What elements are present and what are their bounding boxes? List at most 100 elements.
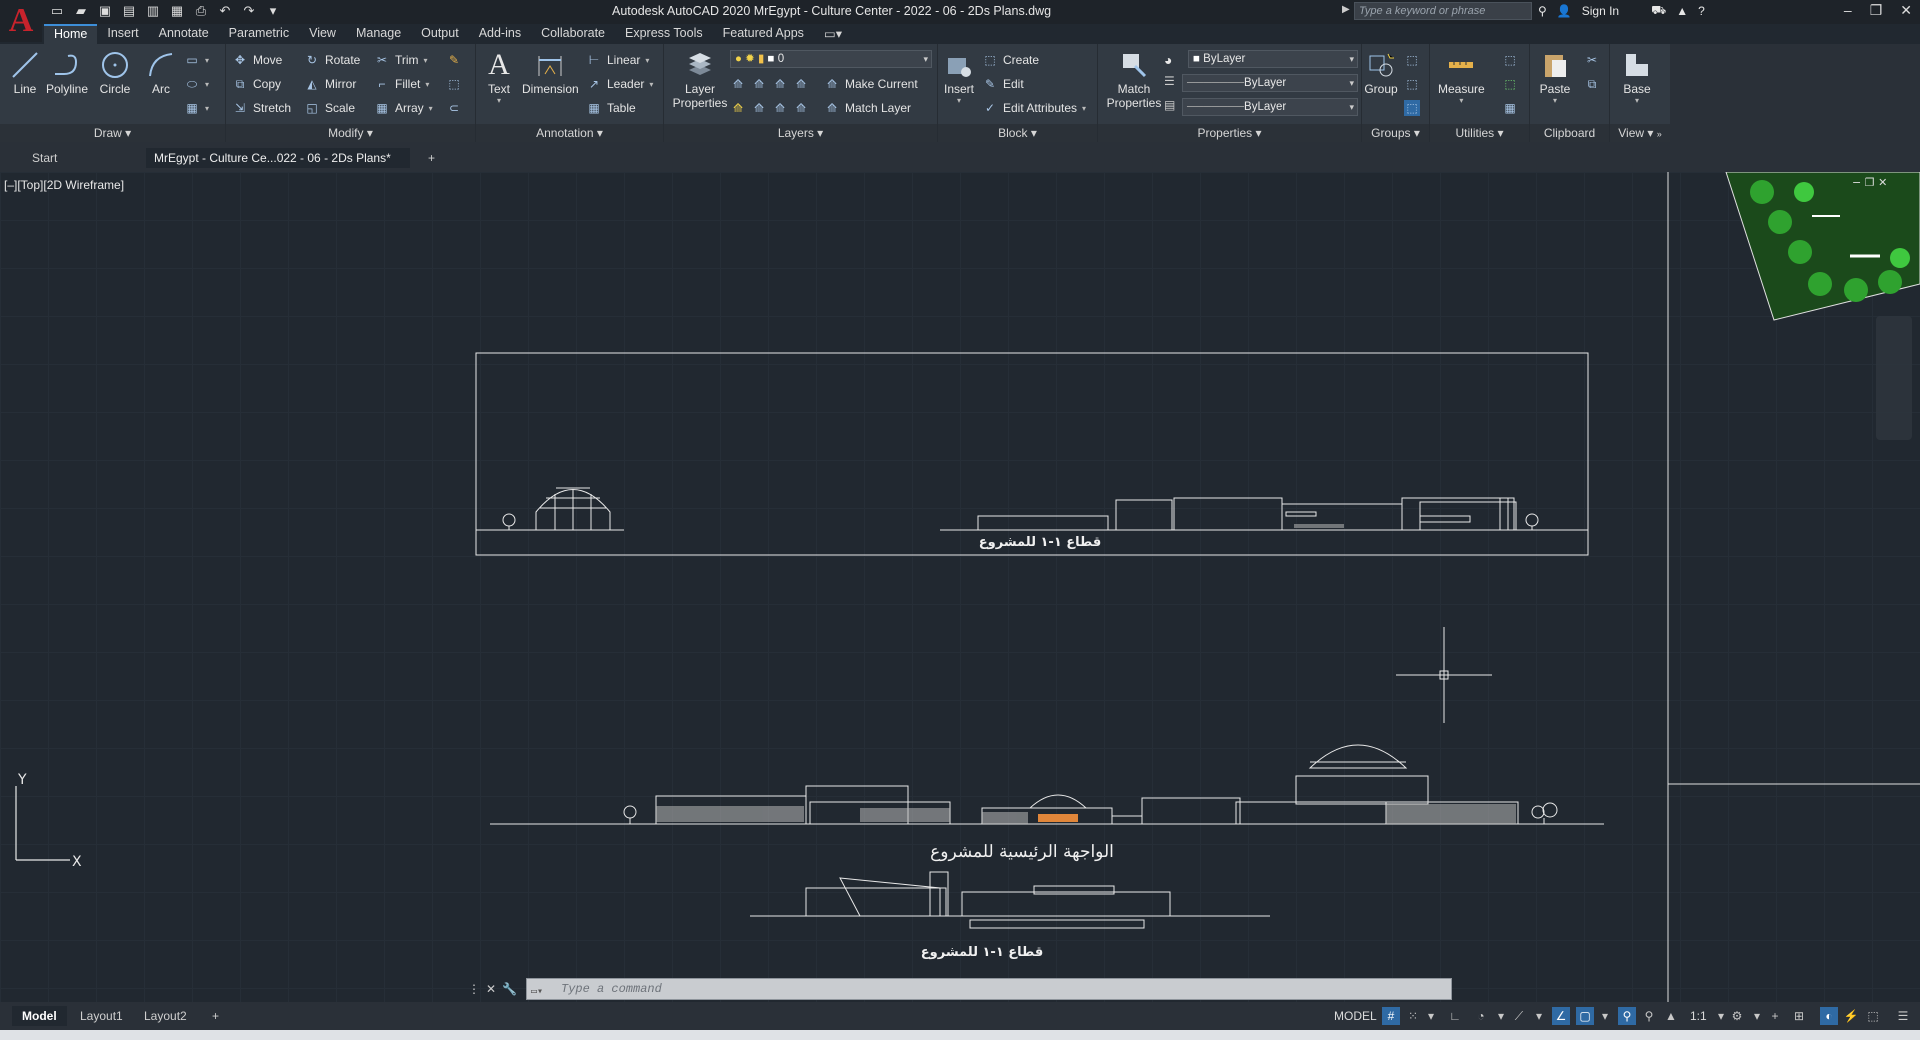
offset-button[interactable]: ⊂ <box>446 98 462 118</box>
grid-icon[interactable]: # <box>1382 1007 1400 1025</box>
ortho-icon[interactable]: ∟ <box>1446 1007 1464 1025</box>
annotation-panel-title[interactable]: Annotation ▾ <box>476 124 663 142</box>
group-button[interactable]: Group <box>1364 48 1398 96</box>
customize-qat-icon[interactable]: ▾ <box>264 2 282 20</box>
stretch-button[interactable]: ⇲ Stretch <box>232 98 291 118</box>
cut-button[interactable]: ✂ <box>1584 50 1600 70</box>
move-button[interactable]: ✥ Move <box>232 50 282 70</box>
boundary-button[interactable]: ▦ ▾ <box>184 98 209 118</box>
measure-button[interactable]: Measure ▾ <box>1438 48 1485 105</box>
calculator-button[interactable]: ▦ <box>1502 98 1518 118</box>
drawing-canvas[interactable]: [–][Top][2D Wireframe] قطاع ١-١ للمشروع … <box>0 172 1920 1002</box>
binoculars-icon[interactable]: ⚲ <box>1538 4 1547 18</box>
redo-icon[interactable]: ↷ <box>240 2 258 20</box>
sign-in-link[interactable]: Sign In <box>1582 4 1619 18</box>
hatch-button[interactable]: ⬭ ▾ <box>184 74 209 94</box>
base-button[interactable]: Base ▾ <box>1620 48 1654 105</box>
polar-icon[interactable]: ◔ <box>1472 1007 1490 1025</box>
close-button[interactable]: ✕ <box>1900 2 1912 19</box>
command-customize-icon[interactable]: 🔧 <box>502 982 517 996</box>
text-button[interactable]: A Text ▾ <box>482 48 516 105</box>
clean-screen-icon[interactable]: ⬚ <box>1864 1007 1882 1025</box>
start-tab[interactable]: Start <box>24 148 65 168</box>
draw-panel-title[interactable]: Draw ▾ <box>0 124 225 142</box>
isodraft-dropdown-icon[interactable]: ▾ <box>1530 1007 1548 1025</box>
lineweight-dropdown[interactable]: ───────ByLayer ▾ <box>1182 74 1358 92</box>
block-panel-title[interactable]: Block ▾ <box>938 124 1097 142</box>
clipboard-panel-title[interactable]: Clipboard <box>1530 124 1609 142</box>
object-snap-icon[interactable]: ▢ <box>1576 1007 1594 1025</box>
layer-properties-button[interactable]: Layer Properties <box>670 48 730 110</box>
tab-collaborate[interactable]: Collaborate <box>531 24 615 44</box>
navigation-bar[interactable] <box>1876 316 1912 440</box>
workspace-gear-icon[interactable]: ⚙ <box>1728 1007 1746 1025</box>
color-dropdown[interactable]: ■ ByLayer ▾ <box>1188 50 1358 68</box>
utilities-panel-title[interactable]: Utilities ▾ <box>1430 124 1529 142</box>
minimize-button[interactable]: – <box>1844 2 1852 19</box>
trim-button[interactable]: ✂ Trim ▾ <box>374 50 428 70</box>
layer-tools-row2[interactable]: ⟰ ⟰ ⟰ ⟰ <box>730 98 809 118</box>
edit-attributes-button[interactable]: ✓ Edit Attributes ▾ <box>982 98 1086 118</box>
quick-select-button[interactable]: ⬚ <box>1502 50 1518 70</box>
copy-button[interactable]: ⧉ Copy <box>232 74 281 94</box>
object-snap-tracking-icon[interactable]: ∠ <box>1552 1007 1570 1025</box>
tab-manage[interactable]: Manage <box>346 24 411 44</box>
properties-panel-title[interactable]: Properties ▾ <box>1098 124 1361 142</box>
annotation-visibility-icon[interactable]: ⚲ <box>1618 1007 1636 1025</box>
view-panel-title[interactable]: View ▾ » <box>1610 124 1670 142</box>
annotation-scale-icon[interactable]: ▲ <box>1662 1007 1680 1025</box>
group-selection-button[interactable]: ⬚ <box>1404 98 1420 118</box>
circle-button[interactable]: Circle <box>98 48 132 96</box>
linear-dimension-button[interactable]: ⊢ Linear ▾ <box>586 50 650 70</box>
command-close-icon[interactable]: ✕ <box>486 982 496 996</box>
leader-button[interactable]: ↗ Leader ▾ <box>586 74 653 94</box>
autodesk-a360-icon[interactable]: ▲ <box>1676 4 1688 18</box>
groups-panel-title[interactable]: Groups ▾ <box>1362 124 1429 142</box>
add-layout-button[interactable]: + <box>202 1006 229 1026</box>
make-current-button[interactable]: ⟰ Make Current <box>824 74 918 94</box>
line-button[interactable]: Line <box>8 48 42 96</box>
rotate-button[interactable]: ↻ Rotate <box>304 50 360 70</box>
tab-home[interactable]: Home <box>44 24 98 44</box>
create-block-button[interactable]: ⬚ Create <box>982 50 1039 70</box>
layer-tools-row1[interactable]: ⟰ ⟰ ⟰ ⟰ <box>730 74 809 94</box>
insert-button[interactable]: Insert ▾ <box>942 48 976 105</box>
snap-dropdown-icon[interactable]: ▾ <box>1422 1007 1440 1025</box>
tab-express-tools[interactable]: Express Tools <box>615 24 713 44</box>
tab-parametric[interactable]: Parametric <box>219 24 299 44</box>
open-from-web-icon[interactable]: ▥ <box>144 2 162 20</box>
linetype-dropdown[interactable]: ───────ByLayer ▾ <box>1182 98 1358 116</box>
edit-block-button[interactable]: ✎ Edit <box>982 74 1024 94</box>
ungroup-button[interactable]: ⬚ <box>1404 50 1420 70</box>
dimension-button[interactable]: Dimension <box>522 48 579 96</box>
layout2-tab[interactable]: Layout2 <box>134 1006 197 1026</box>
open-file-icon[interactable]: ▰ <box>72 2 90 20</box>
tab-annotate[interactable]: Annotate <box>149 24 219 44</box>
layers-panel-title[interactable]: Layers ▾ <box>664 124 937 142</box>
scale-button[interactable]: ◱ Scale <box>304 98 355 118</box>
annotation-scale-value[interactable]: 1:1 <box>1690 1007 1707 1025</box>
model-tab[interactable]: Model <box>12 1006 67 1026</box>
help-icon[interactable]: ? <box>1698 4 1705 18</box>
tab-insert[interactable]: Insert <box>97 24 148 44</box>
undo-icon[interactable]: ↶ <box>216 2 234 20</box>
rectangle-button[interactable]: ▭ ▾ <box>184 50 209 70</box>
application-menu-button[interactable]: A <box>0 0 42 42</box>
cart-icon[interactable]: ⛟ <box>1651 3 1666 19</box>
search-input[interactable]: Type a keyword or phrase <box>1354 2 1532 20</box>
save-as-icon[interactable]: ▤ <box>120 2 138 20</box>
new-tab-button[interactable]: + <box>420 148 443 168</box>
group-edit-button[interactable]: ⬚ <box>1404 74 1420 94</box>
paste-button[interactable]: Paste ▾ <box>1538 48 1572 105</box>
tab-featured-apps[interactable]: Featured Apps <box>713 24 814 44</box>
auto-scale-icon[interactable]: ⚲ <box>1640 1007 1658 1025</box>
layer-dropdown[interactable]: ● ✹ ▮ ■ 0 ▾ <box>730 50 932 68</box>
table-button[interactable]: ▦ Table <box>586 98 635 118</box>
save-to-web-icon[interactable]: ▦ <box>168 2 186 20</box>
polar-dropdown-icon[interactable]: ▾ <box>1492 1007 1510 1025</box>
arc-button[interactable]: Arc <box>144 48 178 96</box>
object-snap-dropdown-icon[interactable]: ▾ <box>1596 1007 1614 1025</box>
workspace-dropdown-icon[interactable]: ▾ <box>1748 1007 1766 1025</box>
layout1-tab[interactable]: Layout1 <box>70 1006 133 1026</box>
array-button[interactable]: ▦ Array ▾ <box>374 98 432 118</box>
